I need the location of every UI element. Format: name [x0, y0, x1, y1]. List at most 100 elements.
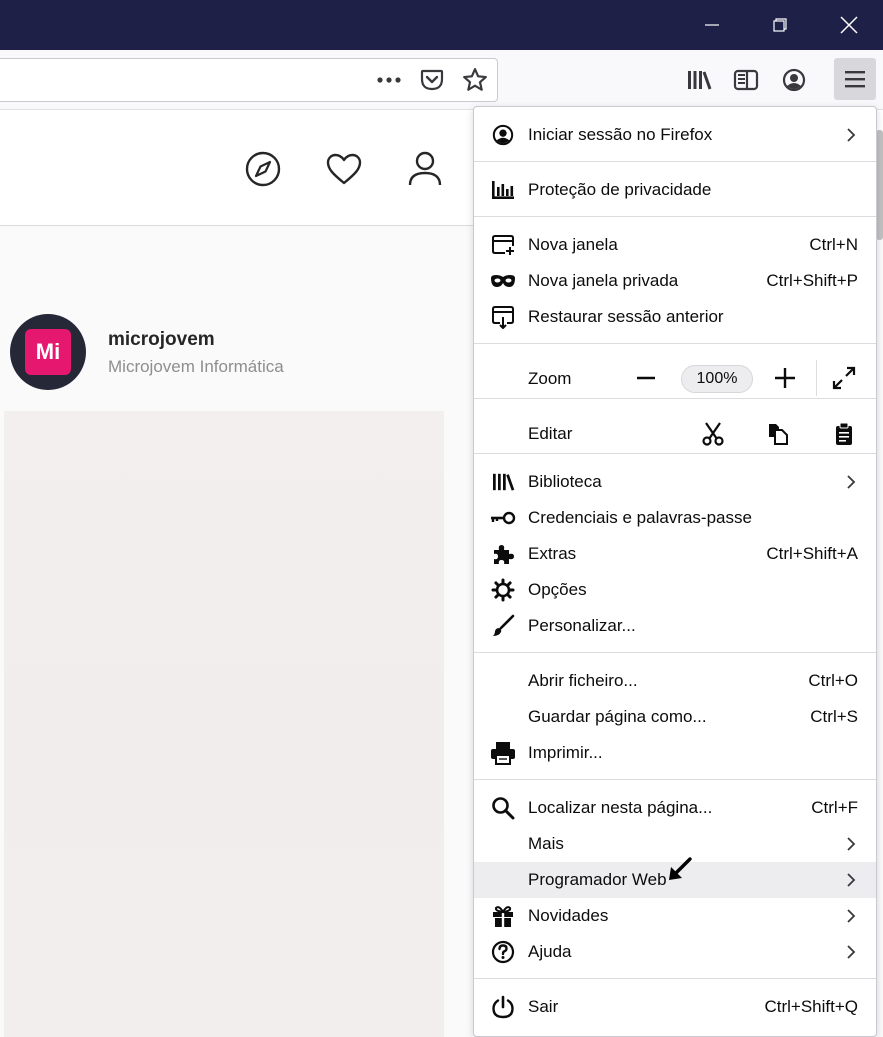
menu-item-addons[interactable]: Extras Ctrl+Shift+A — [474, 536, 876, 572]
copy-icon — [769, 424, 788, 445]
profile-username[interactable]: microjovem — [108, 329, 215, 351]
menu-label: Abrir ficheiro... — [528, 671, 638, 690]
library-icon — [490, 470, 516, 494]
minimize-icon — [705, 24, 719, 26]
menu-item-quit[interactable]: Sair Ctrl+Shift+Q — [474, 989, 876, 1025]
menu-separator — [474, 453, 876, 454]
menu-item-find-in-page[interactable]: Localizar nesta página... Ctrl+F — [474, 790, 876, 826]
menu-shortcut: Ctrl+F — [811, 798, 858, 817]
menu-item-new-window[interactable]: Nova janela Ctrl+N — [474, 227, 876, 263]
menu-item-save-page[interactable]: Guardar página como... Ctrl+S — [474, 699, 876, 735]
menu-label: Proteção de privacidade — [528, 180, 712, 199]
chevron-right-icon — [847, 873, 856, 887]
menu-item-new-private-window[interactable]: Nova janela privada Ctrl+Shift+P — [474, 263, 876, 299]
fullscreen-button[interactable] — [826, 364, 862, 392]
brush-icon — [490, 614, 516, 638]
library-icon — [688, 71, 712, 90]
plus-icon — [775, 368, 795, 388]
bookmark-star-button[interactable] — [457, 62, 493, 98]
avatar-logo: Mi — [25, 329, 71, 375]
new-window-icon — [490, 233, 516, 257]
library-button[interactable] — [681, 62, 717, 98]
page-scrollbar[interactable] — [876, 130, 883, 240]
menu-item-options[interactable]: Opções — [474, 572, 876, 608]
zoom-in-button[interactable] — [769, 364, 801, 392]
account-icon — [782, 68, 806, 92]
page-actions-button[interactable] — [371, 62, 407, 98]
menu-item-signin[interactable]: Iniciar sessão no Firefox — [474, 117, 876, 153]
menu-label: Novidades — [528, 906, 609, 925]
menu-label: Imprimir... — [528, 743, 603, 762]
heart-icon — [326, 153, 362, 185]
zoom-controls: Zoom 100% — [474, 354, 876, 402]
menu-shortcut: Ctrl+Shift+Q — [764, 997, 858, 1016]
minus-icon — [637, 376, 655, 380]
menu-separator — [474, 978, 876, 979]
open-menu-button[interactable] — [834, 58, 876, 100]
profile-button[interactable] — [403, 147, 447, 191]
edit-label: Editar — [528, 424, 573, 443]
menu-separator — [474, 779, 876, 780]
avatar[interactable]: Mi — [10, 314, 86, 390]
zoom-out-button[interactable] — [630, 364, 662, 392]
pocket-button[interactable] — [414, 62, 450, 98]
person-icon — [408, 151, 442, 186]
menu-item-print[interactable]: Imprimir... — [474, 735, 876, 771]
menu-item-open-file[interactable]: Abrir ficheiro... Ctrl+O — [474, 663, 876, 699]
pocket-icon — [420, 69, 444, 91]
menu-item-library[interactable]: Biblioteca — [474, 464, 876, 500]
menu-label: Guardar página como... — [528, 707, 707, 726]
paste-button[interactable] — [827, 419, 861, 449]
zoom-divider — [816, 360, 817, 396]
sidebar-button[interactable] — [728, 62, 764, 98]
menu-label: Iniciar sessão no Firefox — [528, 125, 713, 144]
edit-controls: Editar — [474, 409, 876, 457]
menu-item-privacy-protections[interactable]: Proteção de privacidade — [474, 172, 876, 208]
copy-button[interactable] — [761, 419, 795, 449]
paste-icon — [836, 422, 852, 445]
privacy-chart-icon — [490, 178, 516, 202]
account-icon — [490, 123, 516, 147]
close-icon — [840, 16, 858, 34]
menu-label: Programador Web — [528, 870, 667, 889]
gear-icon — [490, 578, 516, 602]
explore-button[interactable] — [241, 147, 285, 191]
url-bar[interactable] — [0, 58, 498, 102]
minimize-button[interactable] — [678, 0, 746, 50]
printer-icon — [490, 741, 516, 765]
menu-shortcut: Ctrl+Shift+P — [766, 271, 858, 290]
chevron-right-icon — [847, 128, 856, 142]
menu-separator — [474, 398, 876, 399]
zoom-label: Zoom — [528, 369, 572, 388]
restore-button[interactable] — [746, 0, 814, 50]
menu-separator — [474, 216, 876, 217]
menu-shortcut: Ctrl+Shift+A — [766, 544, 858, 563]
menu-label: Restaurar sessão anterior — [528, 307, 724, 326]
post-image[interactable] — [4, 411, 444, 1037]
hamburger-menu-icon — [845, 71, 865, 88]
menu-label: Opções — [528, 580, 587, 599]
chevron-right-icon — [847, 945, 856, 959]
menu-separator — [474, 343, 876, 344]
restore-session-icon — [490, 305, 516, 329]
cut-icon — [702, 422, 724, 446]
menu-item-restore-session[interactable]: Restaurar sessão anterior — [474, 299, 876, 335]
menu-item-logins[interactable]: Credenciais e palavras-passe — [474, 500, 876, 536]
help-icon — [490, 940, 516, 964]
navigation-toolbar — [0, 50, 883, 110]
menu-item-help[interactable]: Ajuda — [474, 934, 876, 970]
chevron-right-icon — [847, 837, 856, 851]
menu-label: Nova janela privada — [528, 271, 679, 290]
menu-item-customize[interactable]: Personalizar... — [474, 608, 876, 644]
zoom-reset-button[interactable]: 100% — [681, 365, 753, 393]
activity-button[interactable] — [322, 147, 366, 191]
account-button[interactable] — [776, 62, 812, 98]
mouse-cursor-icon — [669, 857, 692, 880]
close-button[interactable] — [815, 0, 883, 50]
menu-item-whats-new[interactable]: Novidades — [474, 898, 876, 934]
cut-button[interactable] — [696, 419, 730, 449]
app-menu-panel: Iniciar sessão no Firefox Proteção de pr… — [473, 106, 877, 1037]
key-icon — [490, 506, 516, 530]
puzzle-icon — [490, 542, 516, 566]
sidebar-icon — [733, 69, 759, 91]
